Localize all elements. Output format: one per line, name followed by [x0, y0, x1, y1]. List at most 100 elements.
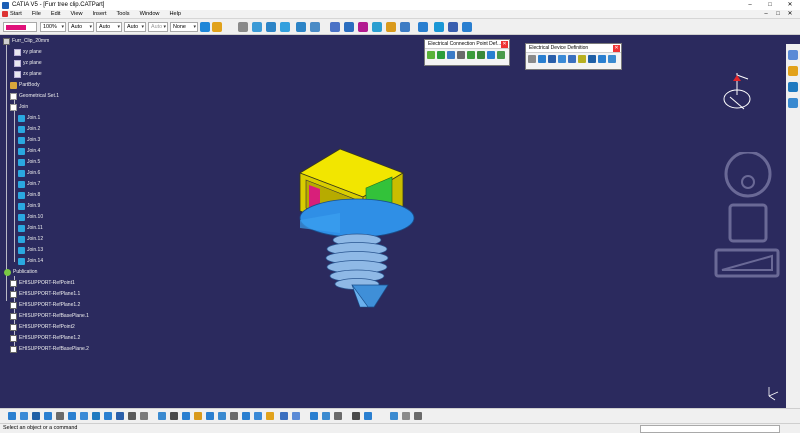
- device-definition-icon[interactable]: [528, 55, 536, 63]
- device-definition-icon[interactable]: [548, 55, 556, 63]
- plane-icon[interactable]: [280, 22, 290, 32]
- doc-close-button[interactable]: ✕: [784, 10, 796, 19]
- menu-help[interactable]: Help: [169, 11, 181, 17]
- view-tool-icon[interactable]: [104, 412, 112, 420]
- view-tool-icon[interactable]: [242, 412, 250, 420]
- trim-icon[interactable]: [400, 22, 410, 32]
- menu-view[interactable]: View: [70, 11, 82, 17]
- transparency-select[interactable]: 100% ▾: [40, 22, 66, 32]
- view-tool-icon[interactable]: [32, 412, 40, 420]
- maximize-button[interactable]: □: [760, 0, 780, 10]
- workbench-icon[interactable]: [788, 50, 798, 60]
- view-tool-icon[interactable]: [20, 412, 28, 420]
- view-tool-icon[interactable]: [80, 412, 88, 420]
- rotate-icon[interactable]: [448, 22, 458, 32]
- connection-point-icon[interactable]: [447, 51, 455, 59]
- view-tool-icon[interactable]: [254, 412, 262, 420]
- color-selector[interactable]: [3, 22, 37, 32]
- extrude-icon[interactable]: [296, 22, 306, 32]
- sheet-icon[interactable]: [788, 66, 798, 76]
- device-definition-icon[interactable]: [538, 55, 546, 63]
- painter-icon[interactable]: [200, 22, 210, 32]
- line-type-select[interactable]: Auto ▾: [96, 22, 122, 32]
- view-tool-icon[interactable]: [68, 412, 76, 420]
- menu-tools[interactable]: Tools: [117, 11, 130, 17]
- electrical-connection-point-palette[interactable]: Electrical Connection Point Def... ✕: [424, 39, 510, 66]
- line-icon[interactable]: [266, 22, 276, 32]
- view-tool-icon[interactable]: [128, 412, 136, 420]
- doc-restore-button[interactable]: □: [772, 10, 784, 19]
- view-tool-icon[interactable]: [352, 412, 360, 420]
- view-tool-icon[interactable]: [116, 412, 124, 420]
- multi-section-icon[interactable]: [358, 22, 368, 32]
- assembly-icon[interactable]: [788, 98, 798, 108]
- start-menu-icon[interactable]: [2, 11, 8, 17]
- revolve-icon[interactable]: [310, 22, 320, 32]
- view-tool-icon[interactable]: [44, 412, 52, 420]
- device-definition-icon[interactable]: [558, 55, 566, 63]
- menu-start[interactable]: Start: [10, 11, 22, 17]
- menu-edit[interactable]: Edit: [51, 11, 61, 17]
- view-tool-icon[interactable]: [322, 412, 330, 420]
- view-tool-icon[interactable]: [310, 412, 318, 420]
- doc-minimize-button[interactable]: –: [760, 10, 772, 19]
- view-tool-icon[interactable]: [8, 412, 16, 420]
- 3d-viewport[interactable]: Furr_Clip_20mm xy plane yz plane zx plane P…: [0, 35, 800, 408]
- connection-point-icon[interactable]: [457, 51, 465, 59]
- view-tool-icon[interactable]: [182, 412, 190, 420]
- sketch-icon[interactable]: [238, 22, 248, 32]
- properties-icon[interactable]: [212, 22, 222, 32]
- view-tool-icon[interactable]: [334, 412, 342, 420]
- view-tool-icon[interactable]: [390, 412, 398, 420]
- device-definition-icon[interactable]: [578, 55, 586, 63]
- connection-point-icon[interactable]: [437, 51, 445, 59]
- device-icon[interactable]: [788, 82, 798, 92]
- close-button[interactable]: ✕: [780, 0, 800, 10]
- view-tool-icon[interactable]: [158, 412, 166, 420]
- view-tool-icon[interactable]: [402, 412, 410, 420]
- view-tool-icon[interactable]: [292, 412, 300, 420]
- join-icon[interactable]: [372, 22, 382, 32]
- point-symbol-select[interactable]: Auto ▾: [124, 22, 146, 32]
- view-tool-icon[interactable]: [266, 412, 274, 420]
- view-tool-icon[interactable]: [230, 412, 238, 420]
- menu-file[interactable]: File: [32, 11, 41, 17]
- electrical-device-definition-palette[interactable]: Electrical Device Definition ✕: [525, 43, 622, 70]
- view-tool-icon[interactable]: [280, 412, 288, 420]
- line-thickness-select[interactable]: Auto ▾: [68, 22, 94, 32]
- connection-point-icon[interactable]: [487, 51, 495, 59]
- connection-point-icon[interactable]: [427, 51, 435, 59]
- device-definition-icon[interactable]: [598, 55, 606, 63]
- connection-point-icon[interactable]: [477, 51, 485, 59]
- device-definition-icon[interactable]: [568, 55, 576, 63]
- symmetry-icon[interactable]: [462, 22, 472, 32]
- palette-close-button[interactable]: ✕: [613, 45, 620, 52]
- point-icon[interactable]: [252, 22, 262, 32]
- extract-icon[interactable]: [418, 22, 428, 32]
- furr-tree-clip-model[interactable]: [0, 35, 800, 408]
- menu-insert[interactable]: Insert: [93, 11, 107, 17]
- view-tool-icon[interactable]: [364, 412, 372, 420]
- palette-close-button[interactable]: ✕: [501, 41, 508, 48]
- command-input[interactable]: [640, 425, 780, 433]
- view-tool-icon[interactable]: [92, 412, 100, 420]
- view-tool-icon[interactable]: [56, 412, 64, 420]
- view-tool-icon[interactable]: [414, 412, 422, 420]
- minimize-button[interactable]: –: [740, 0, 760, 10]
- rendering-style-select[interactable]: Auto ▾: [148, 22, 168, 32]
- view-tool-icon[interactable]: [170, 412, 178, 420]
- connection-point-icon[interactable]: [497, 51, 505, 59]
- view-tool-icon[interactable]: [140, 412, 148, 420]
- view-tool-icon[interactable]: [206, 412, 214, 420]
- device-definition-icon[interactable]: [588, 55, 596, 63]
- split-icon[interactable]: [386, 22, 396, 32]
- connection-point-icon[interactable]: [467, 51, 475, 59]
- compass-widget[interactable]: [720, 69, 764, 117]
- view-tool-icon[interactable]: [218, 412, 226, 420]
- translate-icon[interactable]: [434, 22, 444, 32]
- menu-window[interactable]: Window: [140, 11, 160, 17]
- fill-icon[interactable]: [344, 22, 354, 32]
- device-definition-icon[interactable]: [608, 55, 616, 63]
- view-tool-icon[interactable]: [194, 412, 202, 420]
- sweep-icon[interactable]: [330, 22, 340, 32]
